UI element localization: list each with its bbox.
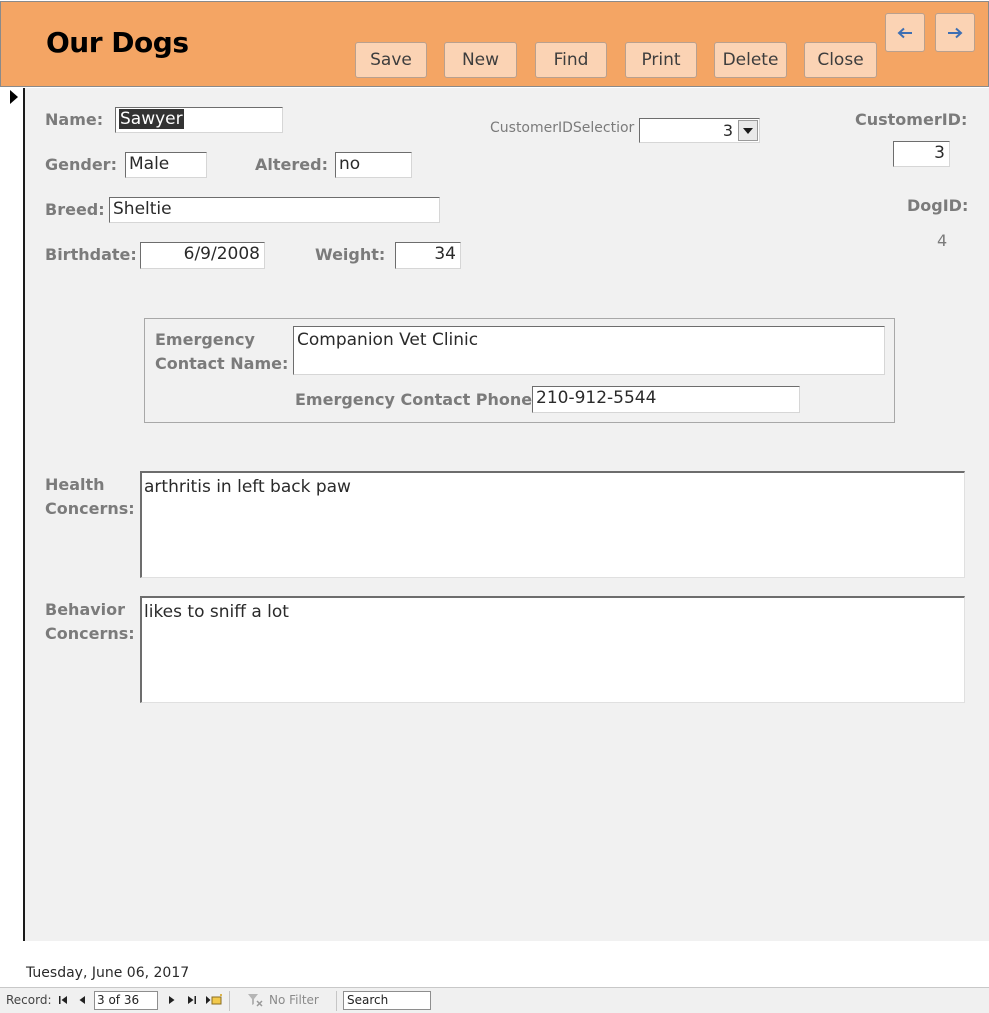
new-record-icon[interactable] (205, 993, 223, 1007)
weight-field[interactable]: 34 (395, 242, 461, 269)
record-label: Record: (6, 993, 52, 1007)
customer-id-field[interactable]: 3 (893, 141, 950, 167)
record-position-input[interactable]: 3 of 36 (94, 991, 158, 1010)
delete-button[interactable]: Delete (714, 42, 787, 78)
name-label: Name: (45, 110, 104, 129)
find-button[interactable]: Find (535, 42, 607, 78)
customer-selection-label: CustomerIDSelectior (490, 120, 635, 136)
chevron-down-icon[interactable] (738, 120, 758, 141)
close-button[interactable]: Close (804, 42, 877, 78)
breed-label: Breed: (45, 200, 105, 219)
health-concerns-field[interactable]: arthritis in left back paw (140, 471, 965, 578)
filter-status[interactable]: No Filter (269, 993, 319, 1007)
behavior-concerns-field[interactable]: likes to sniff a lot (140, 596, 965, 703)
name-field[interactable]: Sawyer (115, 107, 283, 133)
health-label-line2: Concerns: (45, 499, 135, 518)
next-record-button[interactable] (935, 13, 975, 52)
previous-record-icon[interactable] (78, 993, 86, 1007)
emergency-name-label-line2: Contact Name: (155, 354, 289, 373)
first-record-icon[interactable] (58, 993, 68, 1007)
search-input[interactable]: Search (343, 991, 431, 1010)
save-button[interactable]: Save (355, 42, 427, 78)
current-record-marker-icon (10, 90, 18, 104)
gender-label: Gender: (45, 155, 117, 174)
breed-field[interactable]: Sheltie (109, 197, 440, 223)
weight-label: Weight: (315, 245, 386, 264)
filter-icon[interactable] (247, 993, 265, 1007)
customer-id-label: CustomerID: (855, 110, 968, 129)
dog-id-value: 4 (937, 231, 948, 250)
access-form-window: Our Dogs Save New Find Print Delete Clos… (0, 0, 989, 1013)
name-value: Sawyer (119, 109, 184, 129)
health-label-line1: Health (45, 475, 105, 494)
record-selector-bar[interactable] (0, 88, 25, 941)
arrow-left-icon (897, 27, 912, 38)
emergency-name-field[interactable]: Companion Vet Clinic (293, 326, 885, 375)
emergency-name-label-line1: Emergency (155, 330, 255, 349)
next-record-icon[interactable] (168, 993, 176, 1007)
customer-selection-combo[interactable]: 3 (639, 118, 760, 143)
new-button[interactable]: New (444, 42, 517, 78)
form-title: Our Dogs (46, 26, 189, 59)
altered-label: Altered: (255, 155, 328, 174)
arrow-right-icon (948, 27, 963, 38)
footer-date: Tuesday, June 06, 2017 (26, 965, 190, 981)
emergency-phone-label: Emergency Contact Phone: (295, 390, 539, 409)
altered-field[interactable]: no (335, 152, 412, 178)
customer-selection-value: 3 (722, 121, 733, 140)
form-header: Our Dogs Save New Find Print Delete Clos… (0, 1, 989, 87)
behavior-label-line2: Concerns: (45, 624, 135, 643)
gender-field[interactable]: Male (125, 152, 207, 178)
birthdate-field[interactable]: 6/9/2008 (140, 242, 265, 269)
record-navigation-bar: Record: 3 of 36 No Filter Search (0, 987, 989, 1013)
birthdate-label: Birthdate: (45, 245, 137, 264)
nav-separator (336, 991, 337, 1011)
dog-id-label: DogID: (907, 196, 969, 215)
last-record-icon[interactable] (187, 993, 197, 1007)
behavior-label-line1: Behavior (45, 600, 126, 619)
previous-record-button[interactable] (885, 13, 925, 52)
nav-separator (229, 991, 230, 1011)
emergency-phone-field[interactable]: 210-912-5544 (532, 386, 800, 413)
print-button[interactable]: Print (625, 42, 697, 78)
